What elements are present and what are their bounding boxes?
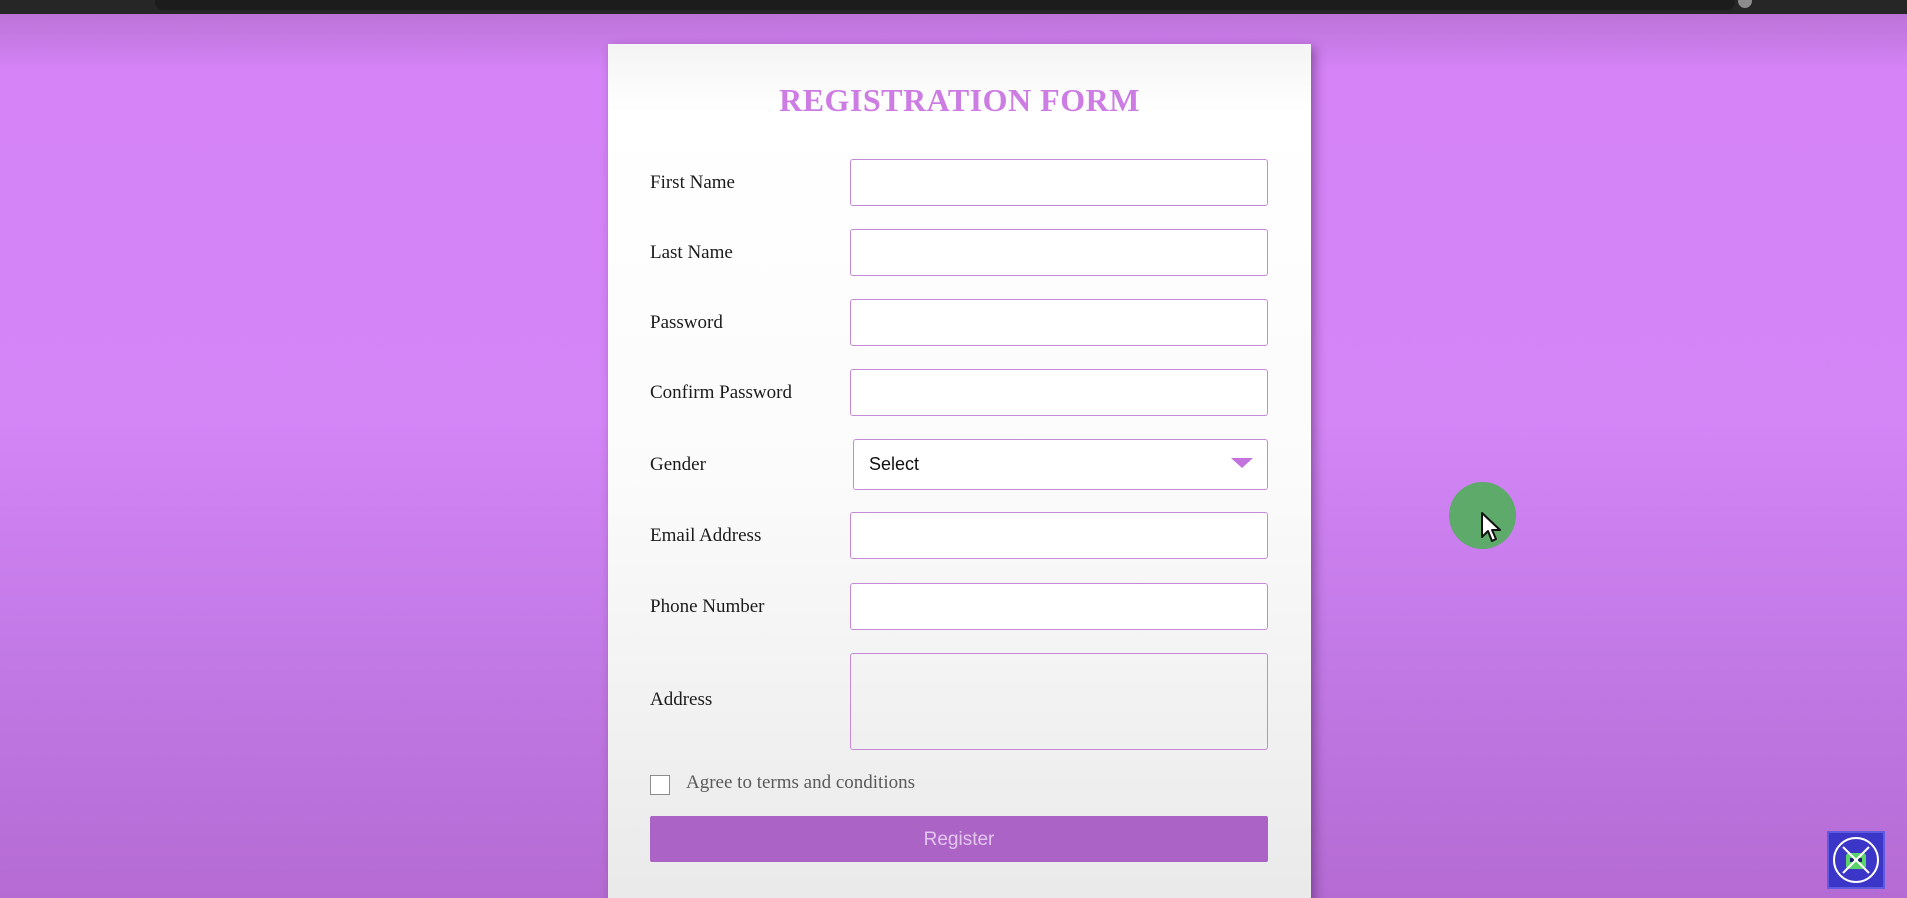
form-title: REGISTRATION FORM (779, 82, 1140, 118)
gender-select-value: Select (869, 454, 920, 474)
browser-top-bar (0, 0, 1907, 14)
password-input[interactable] (850, 299, 1268, 346)
chevron-down-icon (1231, 458, 1253, 468)
address-label: Address (650, 689, 713, 710)
phone-label: Phone Number (650, 596, 765, 617)
phone-input[interactable] (850, 583, 1268, 630)
gender-select[interactable]: Select (853, 439, 1268, 490)
email-input[interactable] (850, 512, 1268, 559)
last-name-input[interactable] (850, 229, 1268, 276)
gender-label: Gender (650, 454, 706, 475)
password-label: Password (650, 312, 723, 333)
terms-label[interactable]: Agree to terms and conditions (686, 772, 915, 794)
last-name-label: Last Name (650, 242, 733, 263)
channel-logo-icon (1827, 831, 1885, 889)
terms-checkbox[interactable] (650, 775, 670, 795)
channel-logo-graphic (1833, 837, 1879, 883)
confirm-password-label: Confirm Password (650, 382, 792, 403)
registration-card: REGISTRATION FORM First Name Last Name P… (608, 44, 1311, 898)
browser-address-strip (155, 0, 1735, 10)
register-button[interactable]: Register (650, 816, 1268, 862)
mouse-cursor-icon (1481, 512, 1501, 542)
confirm-password-input[interactable] (850, 369, 1268, 416)
first-name-label: First Name (650, 172, 735, 193)
address-textarea[interactable] (850, 653, 1268, 750)
first-name-input[interactable] (850, 159, 1268, 206)
email-label: Email Address (650, 525, 762, 546)
browser-profile-icon[interactable] (1738, 0, 1752, 8)
